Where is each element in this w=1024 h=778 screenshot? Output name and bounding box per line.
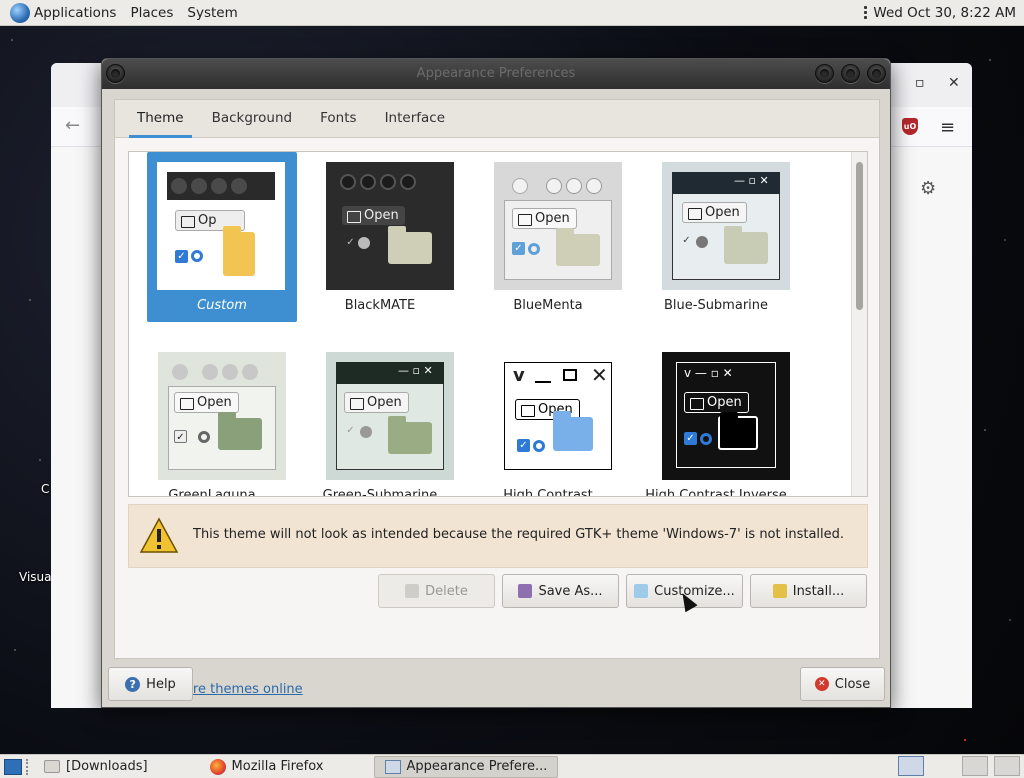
tray-icon[interactable] — [962, 756, 988, 776]
task-label: [Downloads] — [66, 759, 148, 774]
tab-fonts[interactable]: Fonts — [306, 100, 370, 137]
dialog-title: Appearance Preferences — [416, 66, 576, 81]
install-icon — [772, 584, 787, 598]
tray-icon[interactable] — [994, 756, 1020, 776]
applications-menu[interactable]: Applications — [34, 0, 123, 26]
help-button[interactable]: ? Help — [108, 667, 193, 701]
delete-button[interactable]: Delete — [378, 574, 495, 608]
system-menu[interactable]: System — [180, 0, 244, 26]
tab-interface[interactable]: Interface — [371, 100, 459, 137]
theme-name: GreenLaguna — [168, 488, 256, 497]
minimize-icon[interactable] — [815, 64, 834, 83]
workspace-switcher-icon[interactable] — [898, 756, 924, 776]
gear-icon[interactable]: ⚙ — [920, 178, 936, 199]
dialog-content: Theme Background Fonts Interface Op ✓ Cu… — [114, 99, 880, 697]
save-as-label: Save As... — [538, 583, 603, 599]
main-menu: Applications Places System — [0, 0, 245, 26]
theme-name: Green-Submarine — [322, 488, 438, 497]
theme-list[interactable]: Op ✓ Custom Open ✓ BlackMATE Open ✓ Blue… — [128, 151, 868, 497]
clock[interactable]: Wed Oct 30, 8:22 AM — [873, 5, 1016, 21]
appearance-preferences-dialog: Appearance Preferences Theme Background … — [101, 58, 891, 708]
theme-preview: — ▫ ✕ Open ✓ — [662, 162, 790, 290]
theme-item-high-contrast[interactable]: v ✕ Open ✓ High Contrast — [473, 342, 623, 497]
close-icon[interactable]: ✕ — [948, 75, 960, 91]
customize-label: Customize... — [654, 583, 735, 599]
taskbar-handle[interactable] — [26, 758, 30, 775]
close-circle-icon: ✕ — [814, 677, 829, 691]
hamburger-menu-icon[interactable]: ≡ — [940, 117, 955, 138]
theme-name: BlueMenta — [513, 298, 583, 313]
theme-preview: Open ✓ — [494, 162, 622, 290]
delete-label: Delete — [425, 583, 468, 599]
help-icon: ? — [125, 676, 141, 692]
theme-name: Blue-Submarine — [663, 298, 769, 313]
trash-icon — [405, 584, 420, 598]
customize-icon — [634, 584, 649, 598]
tab-bar: Theme Background Fonts Interface — [115, 100, 879, 138]
theme-preview: v ✕ Open ✓ — [504, 362, 612, 470]
task-appearance-preferences[interactable]: Appearance Prefere... — [373, 755, 559, 778]
theme-name: High Contrast — [503, 488, 593, 497]
theme-name: High Contrast Inverse — [645, 488, 787, 497]
theme-item-blackmate[interactable]: Open ✓ BlackMATE — [305, 152, 455, 322]
warning-icon — [139, 517, 179, 553]
theme-preview: — ▫ ✕ Open ✓ — [326, 352, 454, 480]
close-label: Close — [834, 676, 871, 692]
theme-list-scrollbar[interactable] — [851, 152, 867, 496]
tab-theme[interactable]: Theme — [123, 100, 198, 138]
theme-item-blue-submarine[interactable]: — ▫ ✕ Open ✓ Blue-Submarine — [641, 152, 791, 322]
save-icon — [518, 584, 533, 598]
install-label: Install... — [792, 583, 845, 599]
theme-item-bluementa[interactable]: Open ✓ BlueMenta — [473, 152, 623, 322]
appearance-icon — [384, 759, 401, 774]
ublock-icon[interactable]: uO — [902, 118, 918, 135]
theme-item-high-contrast-inverse[interactable]: v — ▫ ✕ Open ✓ High Contrast Inverse — [641, 342, 791, 497]
warning-message: This theme will not look as intended bec… — [193, 527, 845, 542]
theme-item-green-submarine[interactable]: — ▫ ✕ Open ✓ Green-Submarine — [305, 342, 455, 497]
top-panel: Applications Places System Wed Oct 30, 8… — [0, 0, 1024, 26]
theme-item-custom[interactable]: Op ✓ Custom — [147, 152, 297, 322]
places-menu[interactable]: Places — [123, 0, 180, 26]
theme-item-greenlaguna[interactable]: Open ✓ GreenLaguna — [137, 342, 287, 497]
desktop-icon-label[interactable]: Visua — [19, 570, 52, 584]
show-desktop-icon[interactable] — [4, 758, 22, 775]
theme-preview: Open ✓ — [326, 162, 454, 290]
bottom-taskbar: [Downloads] Mozilla Firefox Appearance P… — [0, 754, 1024, 778]
task-downloads[interactable]: [Downloads] — [34, 756, 158, 778]
panel-handle-icon[interactable] — [864, 6, 868, 19]
maximize-icon[interactable]: ▫ — [915, 75, 925, 91]
theme-name: Custom — [197, 298, 247, 313]
tab-background[interactable]: Background — [198, 100, 307, 137]
folder-icon — [44, 760, 60, 773]
theme-preview: Open ✓ — [158, 352, 286, 480]
help-label: Help — [146, 676, 176, 692]
dialog-titlebar[interactable]: Appearance Preferences — [102, 59, 890, 89]
back-icon[interactable]: ← — [65, 115, 80, 136]
close-button[interactable]: ✕ Close — [800, 667, 885, 701]
theme-preview: Op ✓ — [157, 162, 285, 290]
task-firefox[interactable]: Mozilla Firefox — [200, 756, 334, 778]
install-button[interactable]: Install... — [750, 574, 867, 608]
task-label: Appearance Prefere... — [406, 759, 548, 774]
theme-name: BlackMATE — [344, 298, 416, 313]
task-label: Mozilla Firefox — [231, 759, 324, 774]
desktop-icon-label[interactable]: C — [41, 482, 49, 496]
firefox-icon — [209, 758, 226, 775]
theme-preview: v — ▫ ✕ Open ✓ — [662, 352, 790, 480]
save-as-button[interactable]: Save As... — [502, 574, 619, 608]
applications-logo-icon — [10, 2, 30, 23]
close-icon[interactable] — [867, 64, 886, 83]
maximize-icon[interactable] — [841, 64, 860, 83]
warning-infobar: This theme will not look as intended bec… — [128, 504, 868, 568]
scrollbar-thumb[interactable] — [856, 162, 863, 310]
